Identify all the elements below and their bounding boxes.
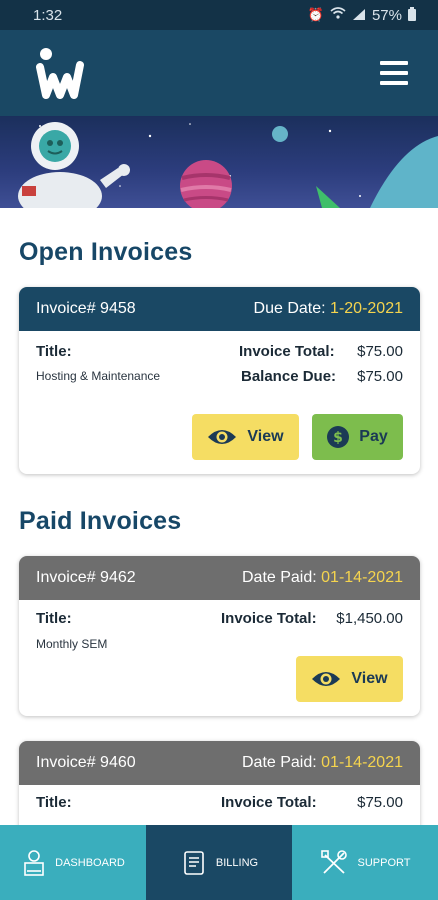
view-invoice-button[interactable]: View <box>296 656 403 702</box>
open-invoice-card: Invoice# 9458 Due Date: 1-20-2021 Title:… <box>19 287 420 474</box>
battery-percent: 57% <box>371 6 402 24</box>
view-button-label: View <box>351 670 388 687</box>
battery-icon <box>408 7 416 21</box>
billing-icon <box>184 850 204 875</box>
date-paid-value: 01-14-2021 <box>321 754 403 771</box>
hamburger-menu-icon[interactable] <box>380 61 408 85</box>
paid-invoice-card: Invoice# 9462 Date Paid: 01-14-2021 Titl… <box>19 556 420 716</box>
invoice-number: Invoice# 9460 <box>36 754 136 771</box>
invoice-total-label: Invoice Total: <box>239 343 335 360</box>
invoice-total-value: $1,450.00 <box>336 610 403 627</box>
invoice-card-header: Invoice# 9460 Date Paid: 01-14-2021 <box>19 741 420 785</box>
title-label: Title: <box>36 343 72 360</box>
signal-icon <box>352 7 366 24</box>
invoice-card-header: Invoice# 9462 Date Paid: 01-14-2021 <box>19 556 420 600</box>
bottom-navigation: DASHBOARD BILLING SUPPORT <box>0 825 438 900</box>
invoice-total-value: $75.00 <box>357 343 403 360</box>
date-paid-value: 01-14-2021 <box>321 569 403 586</box>
balance-due-value: $75.00 <box>357 368 403 385</box>
nav-label: SUPPORT <box>357 856 411 869</box>
nav-item-support[interactable]: SUPPORT <box>292 825 438 900</box>
nav-item-billing[interactable]: BILLING <box>146 825 292 900</box>
invoice-total-value: $75.00 <box>357 794 403 811</box>
due-date-label: Due Date: <box>253 300 326 317</box>
support-icon <box>320 849 347 874</box>
status-icons: ⏰ 57% <box>308 7 416 24</box>
nav-item-dashboard[interactable]: DASHBOARD <box>0 825 146 900</box>
iw-logo-icon[interactable] <box>36 47 84 99</box>
space-banner <box>0 116 438 208</box>
open-invoices-heading: Open Invoices <box>19 238 193 266</box>
invoice-title: Hosting & Maintenance <box>36 369 161 383</box>
dollar-circle-icon: $ <box>327 426 350 448</box>
title-label: Title: <box>36 610 72 627</box>
pay-button-label: Pay <box>359 428 388 445</box>
invoice-card-header: Invoice# 9458 Due Date: 1-20-2021 <box>19 287 420 331</box>
invoice-total-label: Invoice Total: <box>221 794 317 811</box>
date-paid: Date Paid: 01-14-2021 <box>242 569 403 587</box>
invoice-title: Monthly SEM <box>36 637 108 651</box>
view-button-label: View <box>247 428 284 445</box>
status-time: 1:32 <box>33 6 63 24</box>
due-date-value: 1-20-2021 <box>330 300 403 317</box>
astronaut-illustration-icon <box>18 122 438 208</box>
due-date: Due Date: 1-20-2021 <box>254 300 403 318</box>
invoice-number: Invoice# 9458 <box>36 300 136 317</box>
nav-label: BILLING <box>215 856 259 869</box>
dashboard-icon <box>24 849 44 876</box>
app-header <box>0 30 438 116</box>
date-paid-label: Date Paid: <box>241 754 317 771</box>
pay-invoice-button[interactable]: $ Pay <box>312 414 403 460</box>
nav-label: DASHBOARD <box>55 856 125 869</box>
eye-icon <box>208 430 237 444</box>
invoice-number: Invoice# 9462 <box>36 569 136 586</box>
paid-invoices-heading: Paid Invoices <box>19 507 182 535</box>
invoice-total-label: Invoice Total: <box>221 610 317 627</box>
balance-due-label: Balance Due: <box>241 368 337 385</box>
date-paid-label: Date Paid: <box>241 569 317 586</box>
wifi-icon <box>330 7 346 23</box>
alarm-icon: ⏰ <box>307 7 324 23</box>
svg-text:$: $ <box>333 430 343 446</box>
date-paid: Date Paid: 01-14-2021 <box>242 754 403 772</box>
title-label: Title: <box>36 794 72 811</box>
view-invoice-button[interactable]: View <box>192 414 299 460</box>
eye-icon <box>312 672 341 686</box>
status-bar: 1:32 ⏰ 57% <box>0 0 438 30</box>
